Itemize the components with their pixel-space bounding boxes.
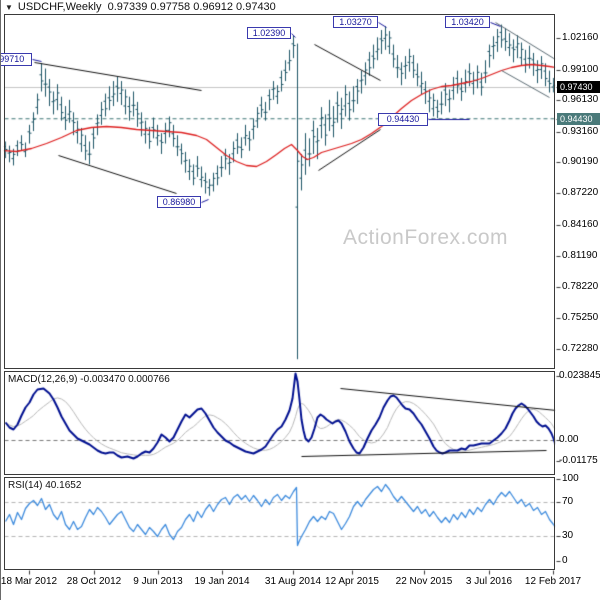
macd-axis-label: -0.01175	[559, 455, 598, 466]
x-axis-label: 22 Nov 2015	[395, 576, 453, 587]
macd-indicator-label: MACD(12,26,9) -0.003470 0.000766	[8, 374, 170, 385]
x-axis-label: 19 Jan 2014	[194, 576, 250, 587]
x-axis-label: 31 Aug 2014	[264, 576, 322, 587]
y-axis-label: 0.99100	[562, 64, 599, 75]
y-axis-label: 0.96130	[562, 94, 599, 105]
y-axis-label: 1.02160	[562, 32, 599, 43]
x-axis-label: 9 Jun 2013	[133, 576, 183, 587]
x-axis-label: 18 Mar 2012	[0, 576, 58, 587]
price-annotation: 1.03420	[445, 16, 490, 28]
y-axis-label: 0.75250	[562, 312, 599, 323]
x-axis-label: 28 Oct 2012	[66, 576, 122, 587]
y-axis-label: 0.78220	[562, 281, 599, 292]
price-annotation: 0.99710	[1, 53, 32, 66]
price-axis-badge: 0.94430	[557, 113, 600, 125]
rsi-indicator-label: RSI(14) 40.1652	[8, 480, 82, 491]
price-axis-badge: 0.97430	[557, 81, 600, 93]
y-axis-label: 0.87220	[562, 187, 599, 198]
x-axis-label: 3 Jul 2016	[465, 576, 513, 587]
y-axis-label: 0.72280	[562, 343, 599, 354]
y-axis-label: 0.81190	[562, 250, 598, 261]
price-annotation: 0.94430	[378, 113, 428, 126]
y-axis-label: 0.93160	[562, 126, 599, 137]
y-axis-label: 0.84160	[562, 219, 599, 230]
price-annotation: 1.02390	[247, 27, 291, 39]
rsi-axis-label: 70	[562, 496, 574, 507]
x-axis-label: 12 Apr 2015	[325, 576, 379, 587]
rsi-axis-label: 100	[562, 473, 579, 484]
macd-axis-label: 0.00	[559, 434, 579, 445]
macd-axis-label: 0.023845	[559, 370, 600, 381]
ohlc-readout: 0.97339 0.97758 0.96912 0.97430	[107, 1, 276, 13]
y-axis-label: 0.90190	[562, 156, 599, 167]
rsi-axis-label: 0	[562, 555, 568, 566]
symbol-title: USDCHF,Weekly	[17, 1, 102, 13]
rsi-axis-label: 30	[562, 530, 574, 541]
price-annotation: 0.86980	[157, 196, 201, 208]
chart-canvas[interactable]	[1, 0, 600, 600]
x-axis-label: 12 Feb 2017	[524, 576, 582, 587]
symbol-header: ▼ USDCHF,Weekly 0.97339 0.97758 0.96912 0…	[5, 1, 276, 13]
chevron-down-icon[interactable]: ▼	[5, 3, 13, 12]
price-annotation: 1.03270	[333, 16, 378, 28]
chart-window: ActionForex.com ▼USDCHF,Weekly 0.97339 0…	[0, 0, 600, 600]
